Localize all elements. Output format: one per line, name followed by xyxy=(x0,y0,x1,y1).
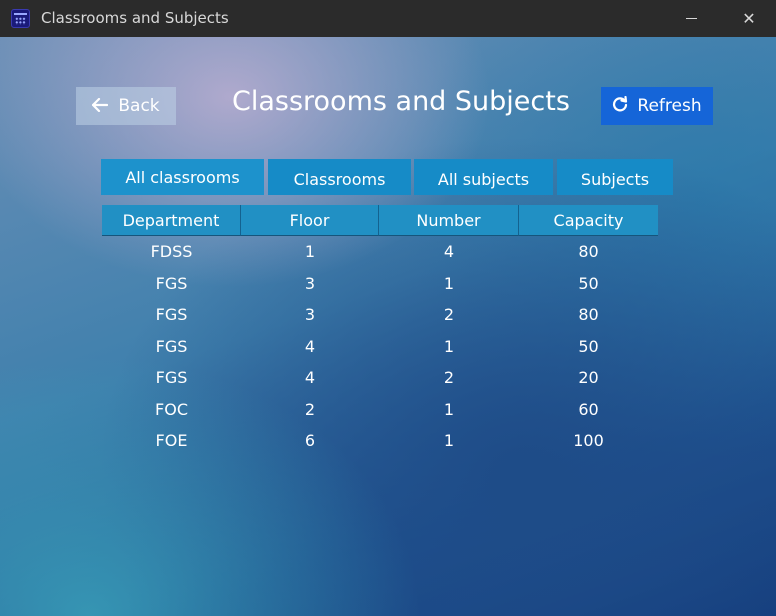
tab-subjects[interactable]: Subjects xyxy=(557,159,673,195)
app-window: Classrooms and Subjects ✕ Back Classroom… xyxy=(0,0,776,616)
cell-floor: 1 xyxy=(304,242,316,262)
cell-floor: 6 xyxy=(304,431,316,451)
table-row[interactable]: FOE 6 1 100 xyxy=(102,425,658,457)
refresh-button-label: Refresh xyxy=(637,96,702,116)
refresh-button[interactable]: Refresh xyxy=(601,87,713,125)
arrow-left-icon xyxy=(92,97,109,116)
cell-department: FGS xyxy=(155,273,188,293)
calendar-app-icon xyxy=(11,9,30,28)
cell-floor: 3 xyxy=(304,273,316,293)
cell-capacity: 20 xyxy=(578,368,599,388)
column-header-department[interactable]: Department xyxy=(102,205,241,236)
table-body: FDSS 1 4 80 FGS 3 1 50 FGS 3 2 80 FGS 4 … xyxy=(102,236,658,457)
table-row[interactable]: FGS 4 2 20 xyxy=(102,362,658,394)
close-button[interactable]: ✕ xyxy=(726,0,772,37)
cell-number: 1 xyxy=(443,431,455,451)
cell-capacity: 100 xyxy=(573,431,604,451)
cell-number: 2 xyxy=(443,368,455,388)
cell-department: FOE xyxy=(155,431,188,451)
cell-capacity: 50 xyxy=(578,336,599,356)
minimize-button[interactable] xyxy=(668,0,714,37)
cell-capacity: 50 xyxy=(578,273,599,293)
back-button-label: Back xyxy=(118,96,160,116)
table-row[interactable]: FGS 3 1 50 xyxy=(102,268,658,300)
cell-capacity: 80 xyxy=(578,242,599,262)
column-header-floor[interactable]: Floor xyxy=(241,205,379,236)
table-row[interactable]: FGS 3 2 80 xyxy=(102,299,658,331)
tab-classrooms[interactable]: Classrooms xyxy=(268,159,411,195)
cell-capacity: 60 xyxy=(578,399,599,419)
cell-department: FGS xyxy=(155,305,188,325)
minimize-icon xyxy=(685,18,697,19)
cell-floor: 2 xyxy=(304,399,316,419)
back-button[interactable]: Back xyxy=(76,87,176,125)
close-icon: ✕ xyxy=(742,9,756,28)
column-header-capacity[interactable]: Capacity xyxy=(519,205,658,236)
cell-floor: 3 xyxy=(304,305,316,325)
tab-all-subjects[interactable]: All subjects xyxy=(414,159,553,195)
cell-department: FDSS xyxy=(150,242,193,262)
table-row[interactable]: FOC 2 1 60 xyxy=(102,394,658,426)
cell-number: 1 xyxy=(443,399,455,419)
table-row[interactable]: FDSS 1 4 80 xyxy=(102,236,658,268)
window-title: Classrooms and Subjects xyxy=(41,9,229,27)
cell-department: FOC xyxy=(155,399,188,419)
page-title: Classrooms and Subjects xyxy=(232,86,570,117)
column-header-number[interactable]: Number xyxy=(379,205,519,236)
cell-number: 2 xyxy=(443,305,455,325)
title-bar: Classrooms and Subjects ✕ xyxy=(0,0,776,37)
cell-number: 1 xyxy=(443,336,455,356)
cell-number: 4 xyxy=(443,242,455,262)
cell-department: FGS xyxy=(155,336,188,356)
tab-all-classrooms[interactable]: All classrooms xyxy=(101,159,264,195)
cell-number: 1 xyxy=(443,273,455,293)
cell-department: FGS xyxy=(155,368,188,388)
calendar-grid xyxy=(15,17,26,25)
table-header: Department Floor Number Capacity xyxy=(102,205,658,236)
table-row[interactable]: FGS 4 1 50 xyxy=(102,331,658,363)
main-content: Back Classrooms and Subjects Refresh All… xyxy=(0,37,776,616)
cell-floor: 4 xyxy=(304,368,316,388)
cell-capacity: 80 xyxy=(578,305,599,325)
calendar-top-bar xyxy=(14,13,27,15)
refresh-icon xyxy=(612,95,628,117)
cell-floor: 4 xyxy=(304,336,316,356)
